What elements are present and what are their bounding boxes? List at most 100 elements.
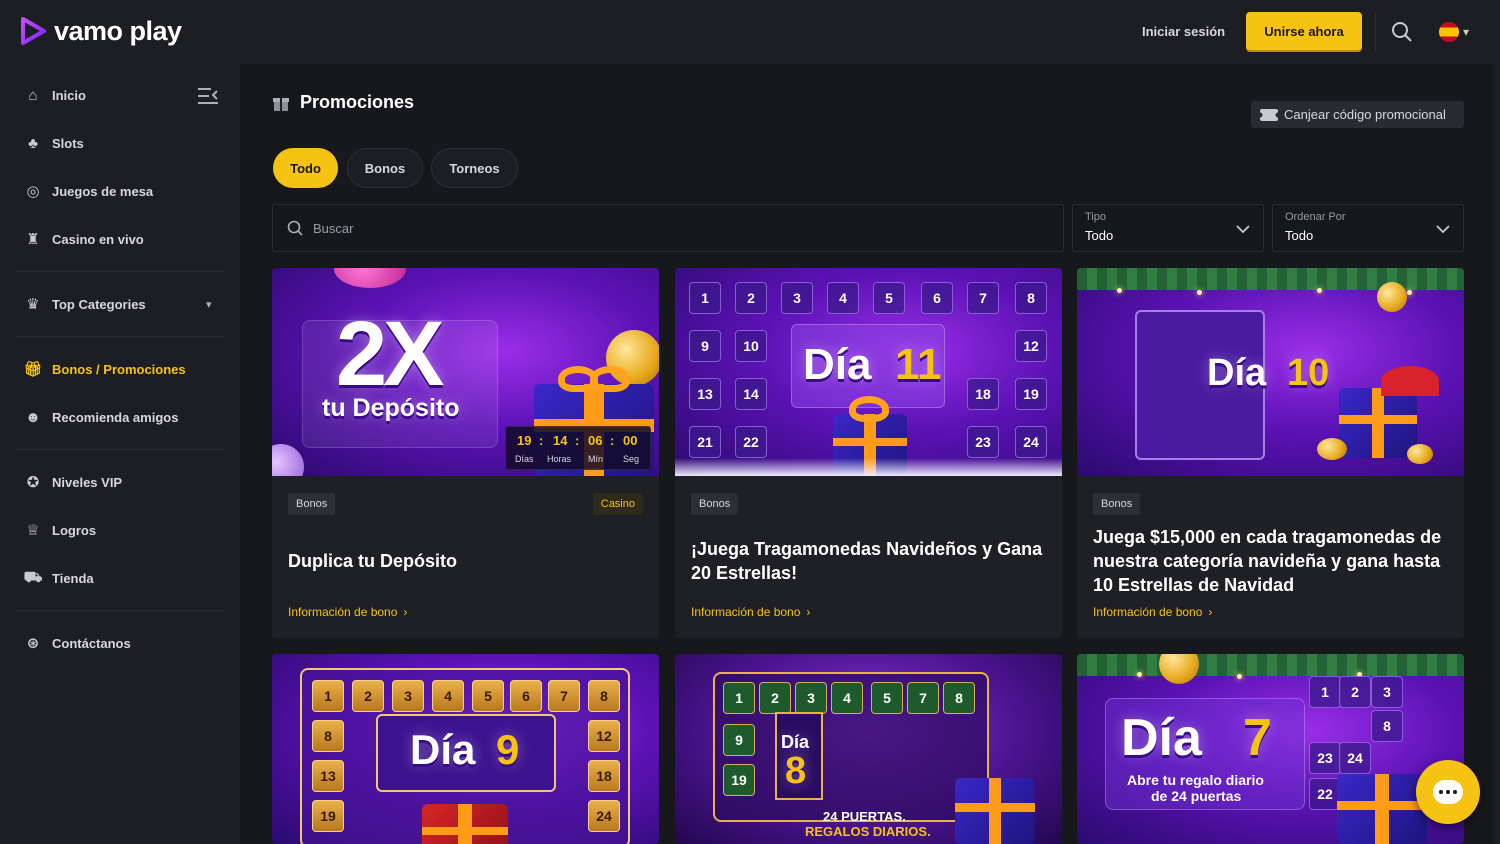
search-icon[interactable] (1390, 20, 1414, 44)
cart-icon: ⛟ (23, 568, 43, 586)
brand-logo[interactable]: vamo play (18, 15, 182, 47)
coin-icon (1159, 654, 1199, 684)
bonus-info-label: Información de bono (1093, 605, 1203, 619)
calendar-tile: 18 (588, 760, 620, 792)
search-field[interactable] (272, 204, 1064, 252)
light-decoration (1407, 290, 1412, 295)
promo-card-dia-9[interactable]: 1 2 3 4 5 6 7 8 8 12 13 18 19 24 Día 9 (272, 654, 659, 844)
sidebar-item-casino-en-vivo[interactable]: ♜ Casino en vivo (24, 230, 144, 248)
calendar-tile: 2 (1339, 676, 1371, 708)
chat-button[interactable] (1416, 760, 1480, 824)
sidebar-item-recomienda-amigos[interactable]: ☻ Recomienda amigos (24, 408, 178, 426)
spain-flag-icon[interactable] (1439, 22, 1459, 42)
trophy-icon: ♕ (26, 522, 40, 539)
sidebar-item-contactanos[interactable]: ⊛ Contáctanos (24, 634, 131, 652)
ordenar-por-select[interactable]: Ordenar Por Todo (1272, 204, 1464, 252)
sidebar-divider (16, 336, 224, 337)
light-decoration (1137, 672, 1142, 677)
collapse-sidebar-icon[interactable] (197, 87, 219, 105)
sidebar-item-bonos-promociones[interactable]: 🎁︎ Bonos / Promociones (23, 360, 185, 378)
countdown-separator: : (539, 433, 544, 448)
promo-banner-image: 1 2 3 4 5 6 7 8 8 12 13 18 19 24 Día 9 (272, 654, 659, 844)
gift-box-icon (422, 804, 508, 844)
tipo-select[interactable]: Tipo Todo (1072, 204, 1264, 252)
cherries-icon: ♣ (28, 134, 38, 152)
redeem-promo-code-button[interactable]: Canjear código promocional (1251, 101, 1464, 128)
sidebar-item-label: Inicio (52, 87, 86, 103)
sidebar-item-inicio[interactable]: ⌂ Inicio (24, 86, 86, 104)
countdown-hours-label: Horas (547, 454, 572, 464)
divider (1375, 12, 1376, 52)
sidebar-item-label: Contáctanos (52, 635, 131, 651)
calendar-tile: 1 (312, 680, 344, 712)
bonus-info-link[interactable]: Información de bono › (288, 605, 407, 619)
bonus-info-label: Información de bono (288, 605, 398, 619)
calendar-tile: 3 (781, 282, 813, 314)
chevron-down-icon[interactable]: ▾ (206, 298, 212, 311)
banner-day-number: 10 (1287, 352, 1330, 394)
promo-title: Duplica tu Depósito (288, 551, 458, 571)
banner-subheadline: tu Depósito (322, 394, 460, 422)
join-button[interactable]: Unirse ahora (1246, 12, 1362, 50)
tab-bonos[interactable]: Bonos (347, 148, 423, 188)
calendar-tile: 23 (1309, 742, 1341, 774)
calendar-tile: 3 (392, 680, 424, 712)
banner-day-label: Día (410, 726, 476, 773)
countdown-days-label: Días (515, 454, 534, 464)
tab-todo[interactable]: Todo (273, 148, 338, 188)
promo-banner-image: 1 2 3 4 5 7 8 9 19 Día 8 24 PUERTAS. REG… (675, 654, 1062, 844)
chip-icon (272, 444, 304, 476)
countdown-seconds: 00 (623, 433, 638, 448)
brand-name: vamo play (54, 15, 182, 46)
calendar-tile: 2 (735, 282, 767, 314)
promo-title: Juega $15,000 en cada tragamonedas de nu… (1093, 527, 1442, 595)
top-bar: vamo play Iniciar sesión Unirse ahora ▾ (0, 0, 1500, 64)
bonus-info-link[interactable]: Información de bono › (691, 605, 810, 619)
promo-card-dia-10[interactable]: Día 10 Bonos Juega $15,000 en cada traga… (1077, 268, 1464, 638)
countdown-hours: 14 (553, 433, 568, 448)
chevron-right-icon: › (403, 605, 408, 619)
calendar-tile: 5 (871, 682, 903, 714)
tab-torneos[interactable]: Torneos (431, 148, 518, 188)
gift-box-icon (1339, 388, 1417, 458)
promo-card-dia-7[interactable]: Día 7 Abre tu regalo diario de 24 puerta… (1077, 654, 1464, 844)
gift-bow-icon (849, 396, 889, 422)
bonus-info-link[interactable]: Información de bono › (1093, 605, 1212, 619)
calendar-tile: 12 (1015, 330, 1047, 362)
promo-banner-image: 1 2 3 4 5 6 7 8 9 10 12 13 14 18 19 21 2… (675, 268, 1062, 476)
chat-icon (1433, 780, 1463, 804)
gift-icon (273, 97, 289, 111)
promo-card-dia-8[interactable]: 1 2 3 4 5 7 8 9 19 Día 8 24 PUERTAS. REG… (675, 654, 1062, 844)
sidebar-item-slots[interactable]: ♣ Slots (24, 134, 84, 152)
home-icon: ⌂ (28, 86, 38, 104)
chevron-down-icon[interactable]: ▾ (1463, 25, 1469, 39)
sidebar-item-top-categories[interactable]: ♛ Top Categories (24, 295, 145, 313)
calendar-tile: 4 (831, 682, 863, 714)
calendar-tile: 12 (588, 720, 620, 752)
login-link[interactable]: Iniciar sesión (1142, 24, 1225, 39)
banner-caption-2: REGALOS DIARIOS. (805, 824, 931, 839)
coin-icon (1377, 282, 1407, 312)
calendar-tile: 24 (1339, 742, 1371, 774)
banner-day-number: 8 (785, 750, 807, 792)
sidebar-item-label: Casino en vivo (52, 231, 144, 247)
calendar-tile: 22 (735, 426, 767, 458)
sidebar-item-label: Tienda (52, 570, 94, 586)
sidebar-item-niveles-vip[interactable]: ✪ Niveles VIP (24, 473, 122, 491)
banner-caption-1: Abre tu regalo diario (1127, 772, 1264, 788)
sidebar-item-label: Recomienda amigos (52, 409, 179, 425)
calendar-tile: 10 (735, 330, 767, 362)
sidebar-divider (16, 271, 224, 272)
search-input[interactable] (313, 220, 1013, 236)
scrollbar[interactable] (1494, 64, 1500, 844)
sidebar-item-juegos-de-mesa[interactable]: ◎ Juegos de mesa (24, 182, 153, 200)
sidebar-item-tienda[interactable]: ⛟ Tienda (24, 569, 94, 587)
countdown-timer: 19 : 14 : 06 : 00 Días Horas Mín Seg (505, 426, 651, 470)
sidebar-item-logros[interactable]: ♕ Logros (24, 521, 96, 539)
calendar-tile: 13 (312, 760, 344, 792)
tipo-select-label: Tipo (1085, 211, 1106, 223)
calendar-tile: 4 (827, 282, 859, 314)
promo-card-dia-11[interactable]: 1 2 3 4 5 6 7 8 9 10 12 13 14 18 19 21 2… (675, 268, 1062, 638)
calendar-tile: 4 (432, 680, 464, 712)
chip-icon (334, 268, 406, 288)
